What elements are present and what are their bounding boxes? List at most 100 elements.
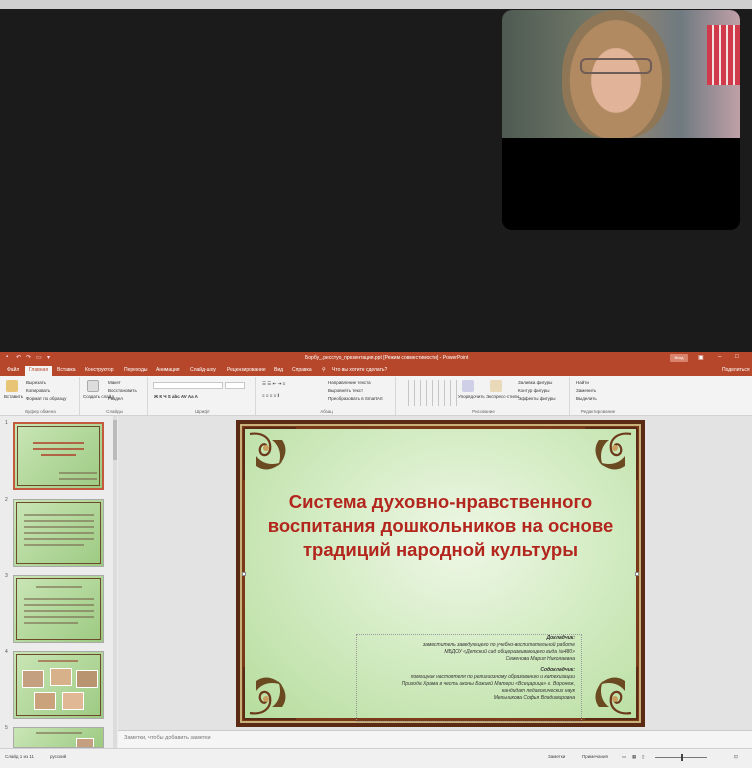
tab-animations[interactable]: Анимация bbox=[156, 367, 179, 373]
lightbulb-icon: ⚲ bbox=[322, 367, 326, 373]
paste-button[interactable]: Вставить bbox=[4, 394, 23, 399]
slide-title[interactable]: Система духовно-нравственного воспитания… bbox=[254, 490, 627, 562]
participant-face bbox=[562, 10, 670, 138]
tab-design[interactable]: Конструктор bbox=[85, 367, 114, 373]
info-line: Прихода Храма в честь иконы Божией Матер… bbox=[401, 681, 575, 687]
ribbon: Вставить Вырезать Копировать Формат по о… bbox=[0, 376, 752, 416]
paragraph-group: ☰ ☰ ⇤ ⇥ ≡ Направление текста Выровнять т… bbox=[258, 377, 396, 415]
comments-toggle-button[interactable]: Примечания bbox=[582, 754, 608, 759]
participant-video-tile[interactable] bbox=[502, 10, 740, 230]
tab-file[interactable]: Файл bbox=[7, 367, 19, 373]
title-bar: ▪ ↶ ↷ ▭ ▾ Борбу_.ресстуо_презентация.ppt… bbox=[0, 352, 752, 365]
font-size-combo[interactable] bbox=[225, 382, 245, 389]
tab-slideshow[interactable]: Слайд-шоу bbox=[190, 367, 216, 373]
customize-qat-icon[interactable]: ▾ bbox=[47, 354, 50, 361]
slides-label: Слайды bbox=[106, 409, 123, 414]
slide-thumbnail-2[interactable] bbox=[13, 499, 104, 567]
copy-button[interactable]: Копировать bbox=[26, 388, 50, 393]
arrange-icon[interactable] bbox=[462, 380, 474, 392]
zoom-slider[interactable] bbox=[655, 754, 707, 761]
layout-button[interactable]: Макет bbox=[108, 380, 121, 385]
notes-placeholder: Заметки, чтобы добавить заметки bbox=[124, 735, 211, 741]
quick-styles-button[interactable]: Экспресс-стили bbox=[486, 394, 519, 399]
clipboard-group: Вставить Вырезать Копировать Формат по о… bbox=[2, 377, 80, 415]
zoom-slider-thumb[interactable] bbox=[681, 754, 683, 761]
ribbon-options-icon[interactable]: ▣ bbox=[698, 354, 704, 361]
quick-styles-icon[interactable] bbox=[490, 380, 502, 392]
tab-help[interactable]: Справка bbox=[292, 367, 312, 373]
bullets-icon[interactable]: ☰ ☰ ⇤ ⇥ ≡ bbox=[262, 381, 285, 387]
signin-button[interactable]: Вход bbox=[670, 354, 688, 362]
shape-fill-button[interactable]: Заливка фигуры bbox=[518, 380, 552, 385]
language-indicator[interactable]: русский bbox=[50, 754, 66, 759]
thumb-photo bbox=[76, 738, 94, 747]
resize-handle[interactable] bbox=[242, 572, 246, 576]
fit-slide-icon[interactable]: ⊡ bbox=[734, 754, 738, 760]
start-slideshow-icon[interactable]: ▭ bbox=[36, 354, 42, 361]
select-button[interactable]: Выделить bbox=[576, 396, 597, 401]
align-text-button[interactable]: Выровнять текст bbox=[328, 388, 363, 393]
paste-icon[interactable] bbox=[6, 380, 18, 392]
shapes-gallery[interactable] bbox=[403, 380, 457, 406]
notes-pane[interactable]: Заметки, чтобы добавить заметки bbox=[118, 730, 752, 748]
font-group: Ж К Ч S abc AV Aa A Шрифт bbox=[150, 377, 256, 415]
format-painter-button[interactable]: Формат по образцу bbox=[26, 396, 66, 401]
slide-thumbnail-4[interactable] bbox=[13, 651, 104, 719]
section-button[interactable]: Раздел bbox=[108, 396, 123, 401]
info-line: Докладчик: bbox=[546, 635, 575, 641]
thumbnails-scrollbar[interactable] bbox=[113, 416, 117, 748]
slide-thumbnail-3[interactable] bbox=[13, 575, 104, 643]
resize-handle[interactable] bbox=[635, 572, 639, 576]
normal-view-icon[interactable]: ▭ bbox=[622, 754, 626, 760]
thumb-photo bbox=[76, 670, 98, 688]
maximize-icon[interactable]: □ bbox=[735, 354, 739, 360]
tab-insert[interactable]: Вставка bbox=[57, 367, 76, 373]
thumb-text-line bbox=[24, 526, 94, 528]
notes-toggle-button[interactable]: Заметки bbox=[548, 754, 565, 759]
tell-me-search[interactable]: Что вы хотите сделать? bbox=[332, 367, 387, 373]
thumb-frame bbox=[17, 426, 100, 486]
new-slide-icon[interactable] bbox=[87, 380, 99, 392]
thumb-title-line bbox=[41, 454, 76, 456]
current-slide[interactable]: Система духовно-нравственного воспитания… bbox=[236, 420, 645, 727]
thumb-text-line bbox=[24, 520, 94, 522]
save-icon[interactable]: ▪ bbox=[6, 354, 8, 360]
font-format-buttons[interactable]: Ж К Ч S abc AV Aa A bbox=[154, 394, 198, 399]
minimize-icon[interactable]: – bbox=[718, 354, 721, 360]
shape-effects-button[interactable]: Эффекты фигуры bbox=[518, 396, 556, 401]
reset-button[interactable]: Восстановить bbox=[108, 388, 137, 393]
info-line: помощник настоятеля по религиозному обра… bbox=[410, 674, 575, 680]
alignment-icons[interactable]: ≡ ≡ ≡ ≡ ‖ bbox=[262, 393, 279, 398]
thumb-text-line bbox=[38, 660, 78, 662]
sorter-view-icon[interactable]: ▦ bbox=[632, 754, 636, 760]
font-name-combo[interactable] bbox=[153, 382, 223, 389]
cut-button[interactable]: Вырезать bbox=[26, 380, 46, 385]
slide-thumbnail-5[interactable] bbox=[13, 727, 104, 748]
find-button[interactable]: Найти bbox=[576, 380, 589, 385]
reading-view-icon[interactable]: ▯ bbox=[642, 754, 644, 760]
text-direction-button[interactable]: Направление текста bbox=[328, 380, 371, 385]
replace-button[interactable]: Заменить bbox=[576, 388, 596, 393]
thumb-photo bbox=[62, 692, 84, 710]
paragraph-label: Абзац bbox=[320, 409, 333, 414]
tab-home[interactable]: Главная bbox=[25, 366, 53, 376]
share-button[interactable]: Поделиться bbox=[722, 367, 750, 373]
thumb-text-line bbox=[36, 732, 82, 734]
thumb-text-line bbox=[59, 478, 97, 480]
smartart-button[interactable]: Преобразовать в SmartArt bbox=[328, 396, 383, 401]
tab-view[interactable]: Вид bbox=[274, 367, 283, 373]
redo-icon[interactable]: ↷ bbox=[26, 354, 31, 361]
tab-review[interactable]: Рецензирование bbox=[227, 367, 266, 373]
top-bar bbox=[0, 0, 752, 9]
undo-icon[interactable]: ↶ bbox=[16, 354, 21, 361]
tab-transitions[interactable]: Переходы bbox=[124, 367, 147, 373]
slide-thumbnail-1[interactable] bbox=[13, 422, 104, 490]
scrollbar-thumb[interactable] bbox=[113, 420, 117, 460]
presenters-textbox[interactable]: Докладчик: заместитель заведующего по уч… bbox=[356, 634, 582, 722]
thumb-title-line bbox=[33, 448, 84, 450]
thumb-photo bbox=[22, 670, 44, 688]
shape-outline-button[interactable]: Контур фигуры bbox=[518, 388, 549, 393]
thumb-number: 1 bbox=[5, 420, 8, 426]
slides-group: Создать слайд Макет Восстановить Раздел … bbox=[82, 377, 148, 415]
arrange-button[interactable]: Упорядочить bbox=[458, 394, 485, 399]
